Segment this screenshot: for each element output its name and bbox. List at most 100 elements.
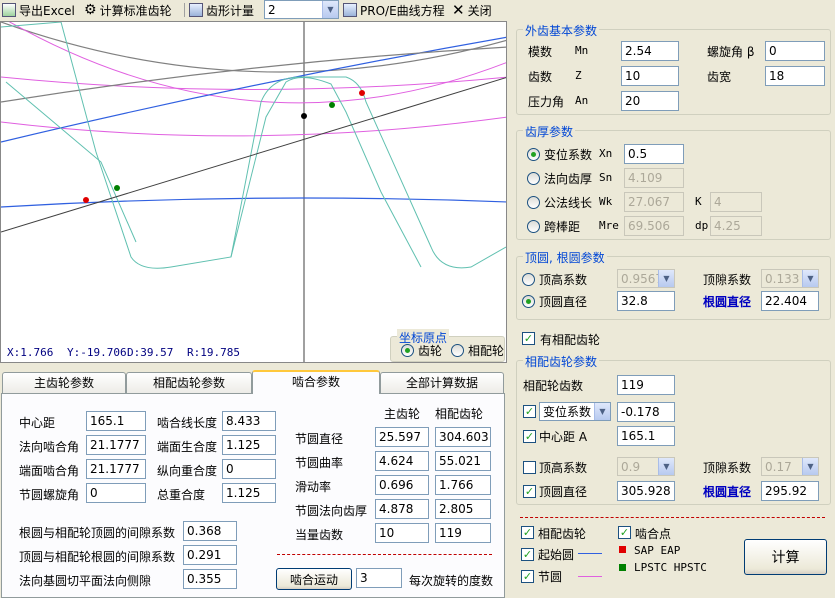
shift-coef-radio[interactable]	[527, 148, 540, 161]
pressure-angle-input[interactable]: 20	[621, 91, 679, 111]
origin-gear-radio[interactable]	[401, 344, 414, 357]
pin-distance-input[interactable]: 69.506	[624, 216, 684, 236]
gear-plot-canvas[interactable]	[1, 22, 507, 363]
calc-standard-gear-button[interactable]: ⚙ 计算标准齿轮	[84, 1, 172, 19]
axial-contact-value: 0	[222, 459, 276, 479]
transverse-angle-label: 端面啮合角	[19, 464, 80, 478]
shift-coef-symbol: Xn	[599, 147, 613, 160]
mate-center-input[interactable]: 165.1	[617, 426, 675, 446]
transverse-contact-value: 1.125	[222, 435, 276, 455]
span-length-radio[interactable]	[527, 196, 540, 209]
tip-root-title: 顶圆, 根圆参数	[523, 249, 607, 266]
gear-base-arc	[1, 197, 506, 208]
mate-teeth-input[interactable]: 119	[617, 375, 675, 395]
export-excel-button[interactable]: 导出Excel	[2, 1, 75, 19]
mate-shift-checkbox[interactable]: ✓	[523, 405, 536, 418]
tab-main-gear[interactable]: 主齿轮参数	[2, 372, 126, 394]
span-k-input[interactable]: 4	[710, 192, 762, 212]
gear-icon: ⚙	[84, 2, 97, 18]
gear-tooth-profile	[1, 22, 506, 269]
transverse-angle-value: 21.1777	[86, 459, 146, 479]
pressure-angle-label: 压力角	[528, 95, 565, 109]
show-start-circle-checkbox[interactable]: ✓	[521, 548, 534, 561]
calculate-button[interactable]: 计算	[744, 539, 827, 575]
sap-eap-label: SAP EAP	[634, 544, 681, 557]
clearance1-value: 0.368	[183, 521, 237, 541]
readout-r: R:19.785	[187, 346, 240, 359]
tab-mesh[interactable]: 啮合参数	[252, 370, 380, 394]
backlash-value: 0.355	[183, 569, 237, 589]
mesh-row-mate-value: 304.603	[435, 427, 491, 447]
pin-distance-label: 跨棒距	[544, 220, 581, 234]
mesh-motion-button[interactable]: 啮合运动	[276, 568, 352, 590]
clearance-coef-select[interactable]: 0.133 ▼	[761, 269, 819, 288]
pin-dp-input[interactable]: 4.25	[710, 216, 762, 236]
pitch-circle-legend-line	[578, 576, 602, 577]
toolbar-divider	[184, 3, 185, 17]
clearance2-label: 顶圆与相配轮根圆的间隙系数	[19, 550, 176, 564]
has-mate-checkbox[interactable]: ✓	[522, 332, 535, 345]
span-length-input[interactable]: 27.067	[624, 192, 684, 212]
tab-mate-gear[interactable]: 相配齿轮参数	[126, 372, 252, 394]
thickness-group: 齿厚参数 变位系数 Xn 0.5 法向齿厚 Sn 4.109 公法线长 Wk 2…	[516, 123, 831, 240]
mate-params-group: 相配齿轮参数 相配轮齿数 119 ✓ 变位系数 ▼ -0.178 ✓ 中心距 A…	[516, 353, 831, 505]
shift-coef-input[interactable]: 0.5	[624, 144, 684, 164]
pin-distance-radio[interactable]	[527, 220, 540, 233]
proe-curve-button[interactable]: PRO/E曲线方程	[343, 1, 445, 19]
readout-d: D:39.57	[127, 346, 174, 359]
display-divider	[520, 517, 825, 518]
calc-standard-gear-label: 计算标准齿轮	[99, 3, 172, 18]
axial-contact-label: 纵向重合度	[157, 464, 218, 478]
mate-addendum-checkbox[interactable]: ✓	[523, 461, 536, 474]
transverse-contact-label: 端面生合度	[157, 440, 218, 454]
module-label: 模数	[528, 45, 553, 59]
module-input[interactable]: 2.54	[621, 41, 679, 61]
normal-thickness-input[interactable]: 4.109	[624, 168, 684, 188]
gear-plot[interactable]: X:1.766 Y:-19.706 D:39.57 R:19.785 坐标原点 …	[0, 21, 507, 363]
line-length-label: 啮合线长度	[157, 416, 218, 430]
face-width-input[interactable]: 18	[765, 66, 825, 86]
mate-root-diameter-input[interactable]: 295.92	[761, 481, 819, 501]
chevron-down-icon: ▼	[658, 458, 674, 475]
mesh-center-label: 中心距	[19, 416, 56, 430]
show-mesh-point-checkbox[interactable]: ✓	[618, 526, 631, 539]
tab-all-data[interactable]: 全部计算数据	[380, 372, 504, 394]
addendum-coef-select[interactable]: 0.9567 ▼	[617, 269, 675, 288]
tooth-gauge-button[interactable]: 齿形计量	[189, 1, 254, 19]
tooth-gauge-select[interactable]: 2 ▼	[264, 0, 339, 19]
rotation-step-input[interactable]: 3	[356, 568, 402, 588]
mate-shift-input[interactable]: -0.178	[617, 402, 675, 422]
rotation-step-label: 每次旋转的度数	[409, 574, 494, 588]
helix-input[interactable]: 0	[765, 41, 825, 61]
mate-tip-diameter-checkbox[interactable]: ✓	[523, 485, 536, 498]
tip-root-group: 顶圆, 根圆参数 顶高系数 0.9567 ▼ 顶隙系数 0.133 ▼ 顶圆直径…	[516, 249, 831, 320]
show-mesh-point-label: 啮合点	[635, 527, 672, 541]
origin-mate-radio[interactable]	[451, 344, 464, 357]
mate-addendum-select[interactable]: 0.9 ▼	[617, 457, 675, 476]
basic-params-title: 外齿基本参数	[523, 22, 600, 39]
normal-thickness-radio[interactable]	[527, 172, 540, 185]
mate-shift-select[interactable]: 变位系数 ▼	[539, 402, 611, 421]
close-button[interactable]: ✕ 关闭	[452, 1, 492, 19]
sap-point	[83, 197, 89, 203]
mate-clearance-select[interactable]: 0.17 ▼	[761, 457, 819, 476]
excel-icon	[2, 3, 16, 17]
root-diameter-input[interactable]: 22.404	[761, 291, 819, 311]
mate-tip-arc	[1, 22, 506, 73]
addendum-coef-radio[interactable]	[522, 273, 535, 286]
show-pitch-circle-checkbox[interactable]: ✓	[521, 570, 534, 583]
line-of-action	[1, 77, 506, 233]
tip-diameter-radio[interactable]	[522, 295, 535, 308]
span-length-symbol: Wk	[599, 195, 613, 208]
root-diameter-label: 根圆直径	[703, 295, 752, 309]
mesh-row-main-value: 0.696	[375, 475, 429, 495]
mate-center-checkbox[interactable]: ✓	[523, 430, 536, 443]
show-mate-gear-checkbox[interactable]: ✓	[521, 526, 534, 539]
start-circle-arc	[1, 116, 506, 137]
teeth-input[interactable]: 10	[621, 66, 679, 86]
tip-diameter-input[interactable]: 32.8	[617, 291, 675, 311]
origin-gear-label: 齿轮	[418, 344, 443, 358]
total-contact-value: 1.125	[222, 483, 276, 503]
mate-tip-diameter-input[interactable]: 305.928	[617, 481, 675, 501]
show-mate-gear-label: 相配齿轮	[538, 527, 587, 541]
